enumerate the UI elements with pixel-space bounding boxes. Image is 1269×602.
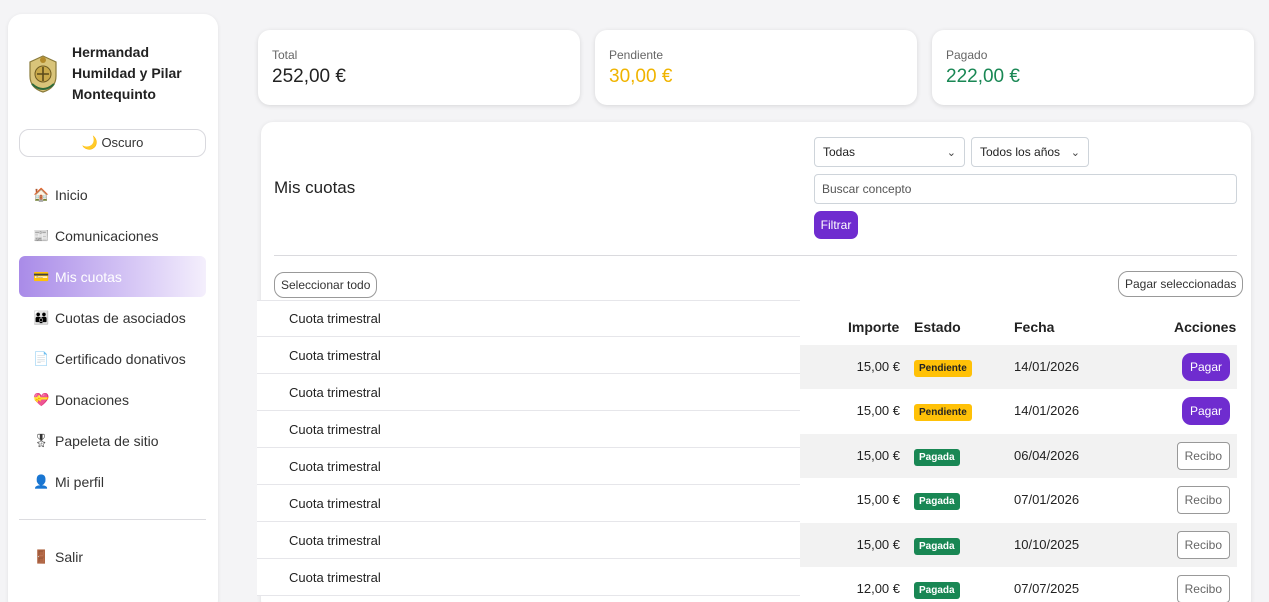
table-row: 12,00 € Pagada 07/07/2025 Recibo — [800, 567, 1237, 602]
summary-card-paid: Pagado 222,00 € — [932, 30, 1254, 105]
page-title: Mis cuotas — [274, 178, 356, 197]
sidebar-item-mis-cuotas[interactable]: 💳 Mis cuotas — [19, 256, 206, 297]
receipt-button[interactable]: Recibo — [1176, 575, 1230, 602]
sidebar-item-mi-perfil[interactable]: 👤 Mi perfil — [19, 461, 206, 502]
amount-cell: 15,00 € — [856, 448, 900, 463]
family-icon: 👪 — [33, 309, 50, 325]
search-concept-input[interactable] — [814, 174, 1237, 204]
list-item[interactable]: Cuota trimestral — [257, 559, 800, 596]
heart-gift-icon: 💝 — [33, 391, 50, 407]
list-item[interactable]: Cuota trimestral — [257, 374, 800, 411]
status-badge: Pagada — [914, 493, 960, 510]
table-row: 15,00 € Pagada 07/01/2026 Recibo — [800, 478, 1237, 522]
table-row: 15,00 € Pendiente 14/01/2026 Pagar — [800, 389, 1237, 433]
receipt-button[interactable]: Recibo — [1176, 442, 1230, 470]
list-item[interactable]: Cuota trimestral — [257, 485, 800, 522]
summary-total-value: 252,00 € — [272, 66, 346, 87]
pay-button[interactable]: Pagar — [1181, 353, 1230, 381]
date-cell: 14/01/2026 — [1014, 359, 1080, 374]
sidebar: Hermandad Humildad y Pilar Montequinto 🌙… — [8, 14, 218, 602]
sidebar-item-label: Comunicaciones — [55, 227, 159, 244]
sidebar-item-label: Mis cuotas — [55, 268, 122, 285]
date-cell: 14/01/2026 — [1014, 403, 1080, 418]
amount-cell: 15,00 € — [856, 492, 900, 507]
date-cell: 06/04/2026 — [1014, 448, 1080, 463]
panel-divider — [274, 255, 1237, 256]
list-item[interactable]: Cuota trimestral — [257, 337, 800, 374]
sidebar-item-cuotas-asociados[interactable]: 👪 Cuotas de asociados — [19, 297, 206, 338]
brand-name: Hermandad Humildad y Pilar Montequinto — [72, 44, 182, 102]
receipt-button[interactable]: Recibo — [1176, 531, 1230, 559]
table-row: 15,00 € Pagada 06/04/2026 Recibo — [800, 434, 1237, 478]
sidebar-item-papeleta-sitio[interactable]: 🎖 Papeleta de sitio — [19, 420, 206, 461]
sidebar-item-comunicaciones[interactable]: 📰 Comunicaciones — [19, 215, 206, 256]
newspaper-icon: 📰 — [33, 227, 50, 243]
amount-cell: 15,00 € — [856, 359, 900, 374]
amount-cell: 15,00 € — [856, 537, 900, 552]
amount-cell: 12,00 € — [856, 581, 900, 596]
filter-button[interactable]: Filtrar — [814, 211, 858, 239]
sidebar-item-inicio[interactable]: 🏠 Inicio — [19, 174, 206, 215]
sidebar-nav: 🏠 Inicio 📰 Comunicaciones 💳 Mis cuotas 👪… — [19, 174, 206, 502]
date-cell: 10/10/2025 — [1014, 537, 1080, 552]
year-filter-value: Todos los años — [980, 145, 1061, 159]
column-header-importe: Importe — [848, 319, 900, 335]
sidebar-item-label: Cuotas de asociados — [55, 309, 186, 326]
sidebar-item-label: Certificado donativos — [55, 350, 186, 367]
sidebar-item-label: Donaciones — [55, 391, 129, 408]
select-all-button[interactable]: Seleccionar todo — [274, 272, 378, 298]
summary-total-label: Total — [272, 48, 298, 62]
list-item[interactable]: Cuota trimestral — [257, 448, 800, 485]
logout-label: Salir — [55, 549, 84, 565]
sidebar-item-certificado-donativos[interactable]: 📄 Certificado donativos — [19, 338, 206, 379]
status-badge: Pagada — [914, 538, 960, 555]
receipt-button[interactable]: Recibo — [1176, 486, 1230, 514]
status-badge: Pendiente — [914, 404, 972, 421]
brotherhood-crest-icon — [29, 54, 57, 93]
status-badge: Pagada — [914, 582, 960, 599]
sidebar-item-label: Inicio — [55, 186, 88, 203]
sidebar-item-label: Mi perfil — [55, 473, 105, 490]
concept-list: Cuota trimestral Cuota trimestral Cuota … — [257, 300, 800, 596]
date-cell: 07/07/2025 — [1014, 581, 1080, 596]
sidebar-divider — [19, 519, 206, 520]
sidebar-item-donaciones[interactable]: 💝 Donaciones — [19, 379, 206, 420]
user-icon: 👤 — [33, 473, 50, 489]
pay-button[interactable]: Pagar — [1181, 397, 1230, 425]
summary-card-pending: Pendiente 30,00 € — [595, 30, 917, 105]
document-icon: 📄 — [33, 350, 50, 366]
sidebar-item-label: Papeleta de sitio — [55, 432, 159, 449]
list-item[interactable]: Cuota trimestral — [257, 522, 800, 559]
theme-toggle-label: 🌙 Oscuro — [81, 135, 144, 150]
medal-icon: 🎖 — [33, 432, 50, 448]
status-badge: Pagada — [914, 449, 960, 466]
brand: Hermandad Humildad y Pilar Montequinto — [8, 14, 218, 105]
home-icon: 🏠 — [33, 186, 50, 202]
status-badge: Pendiente — [914, 360, 972, 377]
summary-pending-label: Pendiente — [609, 48, 664, 62]
dark-mode-toggle[interactable]: 🌙 Oscuro — [19, 129, 206, 157]
status-filter-value: Todas — [823, 145, 856, 159]
amount-cell: 15,00 € — [856, 403, 900, 418]
year-filter-select[interactable]: Todos los años ⌄ — [971, 137, 1089, 167]
column-header-estado: Estado — [914, 319, 961, 335]
column-header-fecha: Fecha — [1014, 319, 1055, 335]
door-icon: 🚪 — [33, 549, 50, 564]
pay-selected-button[interactable]: Pagar seleccionadas — [1118, 271, 1244, 297]
list-item[interactable]: Cuota trimestral — [257, 411, 800, 448]
credit-card-icon: 💳 — [33, 268, 50, 284]
column-header-acciones: Acciones — [1174, 319, 1237, 335]
chevron-down-icon: ⌄ — [1070, 146, 1080, 159]
summary-paid-value: 222,00 € — [946, 66, 1020, 87]
table-row: 15,00 € Pendiente 14/01/2026 Pagar — [800, 345, 1237, 389]
table-row: 15,00 € Pagada 10/10/2025 Recibo — [800, 523, 1237, 567]
chevron-down-icon: ⌄ — [946, 146, 956, 159]
list-item[interactable]: Cuota trimestral — [257, 300, 800, 337]
summary-pending-value: 30,00 € — [609, 66, 673, 87]
summary-card-total: Total 252,00 € — [258, 30, 580, 105]
summary-paid-label: Pagado — [946, 48, 988, 62]
status-filter-select[interactable]: Todas ⌄ — [814, 137, 965, 167]
logout-button[interactable]: 🚪 Salir — [19, 537, 206, 577]
date-cell: 07/01/2026 — [1014, 492, 1080, 507]
